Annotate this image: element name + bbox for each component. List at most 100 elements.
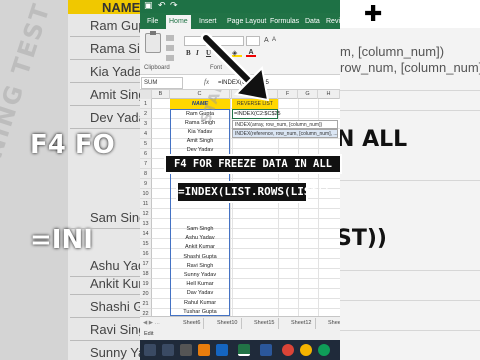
background-gridline (340, 90, 480, 91)
row-header[interactable]: 17 (140, 259, 152, 269)
tab-data[interactable]: Data (302, 15, 323, 29)
select-all-corner[interactable] (140, 90, 152, 99)
paste-icon[interactable] (145, 31, 161, 53)
overlay-banner-freeze: F4 FOR FREEZE DATA IN ALL (164, 154, 342, 174)
format-painter-icon[interactable] (166, 55, 174, 61)
row-header[interactable]: 19 (140, 279, 152, 289)
function-tooltip-reference[interactable]: INDEX(reference, row_num, [column_num], … (232, 129, 338, 138)
sheet-tabs-bar: ◀ ▶ … Sheet6 Sheet10 Sheet15 Sheet12 She… (140, 316, 340, 329)
background-row: Sam Singh (70, 206, 140, 229)
chrome-icon[interactable] (300, 344, 312, 356)
row-header[interactable]: 22 (140, 309, 152, 316)
background-row: Amit Singh (70, 83, 140, 106)
background-big-text-2: =INI (30, 225, 93, 255)
overlay-banner-formula: =INDEX(LIST.ROWS(LIST)) (176, 181, 330, 203)
sheet-tab[interactable]: Sheet6 (180, 318, 205, 329)
background-formula-text: m, [column_num]) (340, 44, 445, 59)
worksheet-grid[interactable]: B C E F G H 1234567891011121314151617181… (140, 90, 340, 316)
cursor-plus-icon: ✚ (364, 2, 383, 27)
row-header[interactable]: 20 (140, 289, 152, 299)
name-box[interactable]: SUM (141, 77, 183, 89)
task-view-icon[interactable] (162, 344, 174, 356)
background-ribbon (340, 0, 480, 28)
row-header[interactable]: 16 (140, 249, 152, 259)
title-bar: ▣ ↶ ↷ (140, 0, 340, 13)
column-header[interactable]: B (152, 90, 170, 99)
status-bar: Edit (140, 329, 340, 340)
background-gridline (340, 300, 480, 301)
row-header[interactable]: 13 (140, 219, 152, 229)
background-big-text-right-2: ST)) (340, 226, 387, 251)
column-header[interactable]: F (278, 90, 298, 99)
active-edit-cell[interactable]: =INDEX(C2:$C$25 (232, 109, 281, 119)
sheet-tab[interactable]: Sheet10 (214, 318, 242, 329)
background-row: Ankit Kumar (70, 272, 140, 295)
background-gridline (340, 270, 480, 271)
sheet-nav-arrows[interactable]: ◀ ▶ … (140, 318, 180, 329)
row-header[interactable]: 15 (140, 239, 152, 249)
undo-icon[interactable]: ↶ (158, 1, 166, 11)
background-name-header: NAME (68, 0, 140, 15)
row-header[interactable]: 14 (140, 229, 152, 239)
word-icon[interactable] (260, 344, 272, 356)
row-header[interactable]: 1 (140, 99, 152, 109)
name-cell[interactable]: Tushar Gupta (170, 307, 230, 316)
background-gridline (340, 330, 480, 331)
background-row: Ram Gupta (70, 14, 140, 37)
row-header[interactable]: 5 (140, 139, 152, 149)
row-header[interactable]: 12 (140, 209, 152, 219)
row-header[interactable]: 8 (140, 169, 152, 179)
taskbar (140, 340, 340, 360)
background-gridline (340, 180, 480, 181)
row-header[interactable]: 2 (140, 109, 152, 119)
background-row: Dev Yadav (70, 106, 140, 129)
tab-formulas[interactable]: Formulas (267, 15, 302, 29)
clipboard-group-label: Clipboard (144, 65, 170, 71)
background-row: Ravi Singh (70, 318, 140, 341)
background-gridline (340, 110, 480, 111)
row-header[interactable]: 6 (140, 149, 152, 159)
tab-home[interactable]: Home (166, 15, 191, 29)
tab-page-layout[interactable]: Page Layout (224, 15, 269, 29)
background-formula-text-2: row_num, [column_num] (340, 60, 480, 75)
app-b-icon[interactable] (216, 344, 228, 356)
background-right-panel: ✚ m, [column_num]) row_num, [column_num]… (340, 0, 480, 360)
store-icon[interactable] (180, 344, 192, 356)
column-header[interactable]: H (318, 90, 340, 99)
pointer-arrow-icon (200, 32, 270, 102)
search-icon[interactable] (144, 344, 156, 356)
save-icon[interactable]: ▣ (144, 1, 153, 11)
copy-icon[interactable] (166, 45, 174, 51)
column-header[interactable]: G (298, 90, 318, 99)
background-row: Sunny Yadav (70, 341, 140, 360)
background-big-text: F4 FO (30, 130, 115, 160)
row-header[interactable]: 4 (140, 129, 152, 139)
bold-button[interactable]: B (186, 49, 191, 57)
row-header[interactable]: 11 (140, 199, 152, 209)
chrome-icon[interactable] (318, 344, 330, 356)
chrome-icon[interactable] (282, 344, 294, 356)
function-tooltip-array[interactable]: INDEX(array, row_num, [column_num]) (232, 120, 338, 129)
background-big-text-right: N ALL (340, 127, 408, 152)
status-mode: Edit (144, 331, 154, 337)
tab-file[interactable]: File (144, 15, 161, 29)
background-row: Shashi Gupta (70, 295, 140, 318)
background-row: Rama Singh (70, 37, 140, 60)
cut-icon[interactable] (166, 35, 174, 41)
row-header[interactable]: 18 (140, 269, 152, 279)
row-header[interactable]: 7 (140, 159, 152, 169)
row-header[interactable]: 21 (140, 299, 152, 309)
sheet-tab[interactable]: Sheet13 (325, 318, 340, 329)
row-header[interactable]: 10 (140, 189, 152, 199)
ribbon-tabs: File Home Insert Page Layout Formulas Da… (140, 13, 340, 29)
row-header[interactable]: 3 (140, 119, 152, 129)
blender-icon[interactable] (198, 344, 210, 356)
background-row: Kia Yadav (70, 60, 140, 83)
excel-icon[interactable] (238, 344, 250, 356)
row-header[interactable]: 9 (140, 179, 152, 189)
sheet-tab[interactable]: Sheet15 (251, 318, 279, 329)
tab-review[interactable]: Revie (323, 15, 340, 29)
redo-icon[interactable]: ↷ (170, 1, 178, 11)
sheet-tab[interactable]: Sheet12 (288, 318, 316, 329)
tab-insert[interactable]: Insert (196, 15, 220, 29)
